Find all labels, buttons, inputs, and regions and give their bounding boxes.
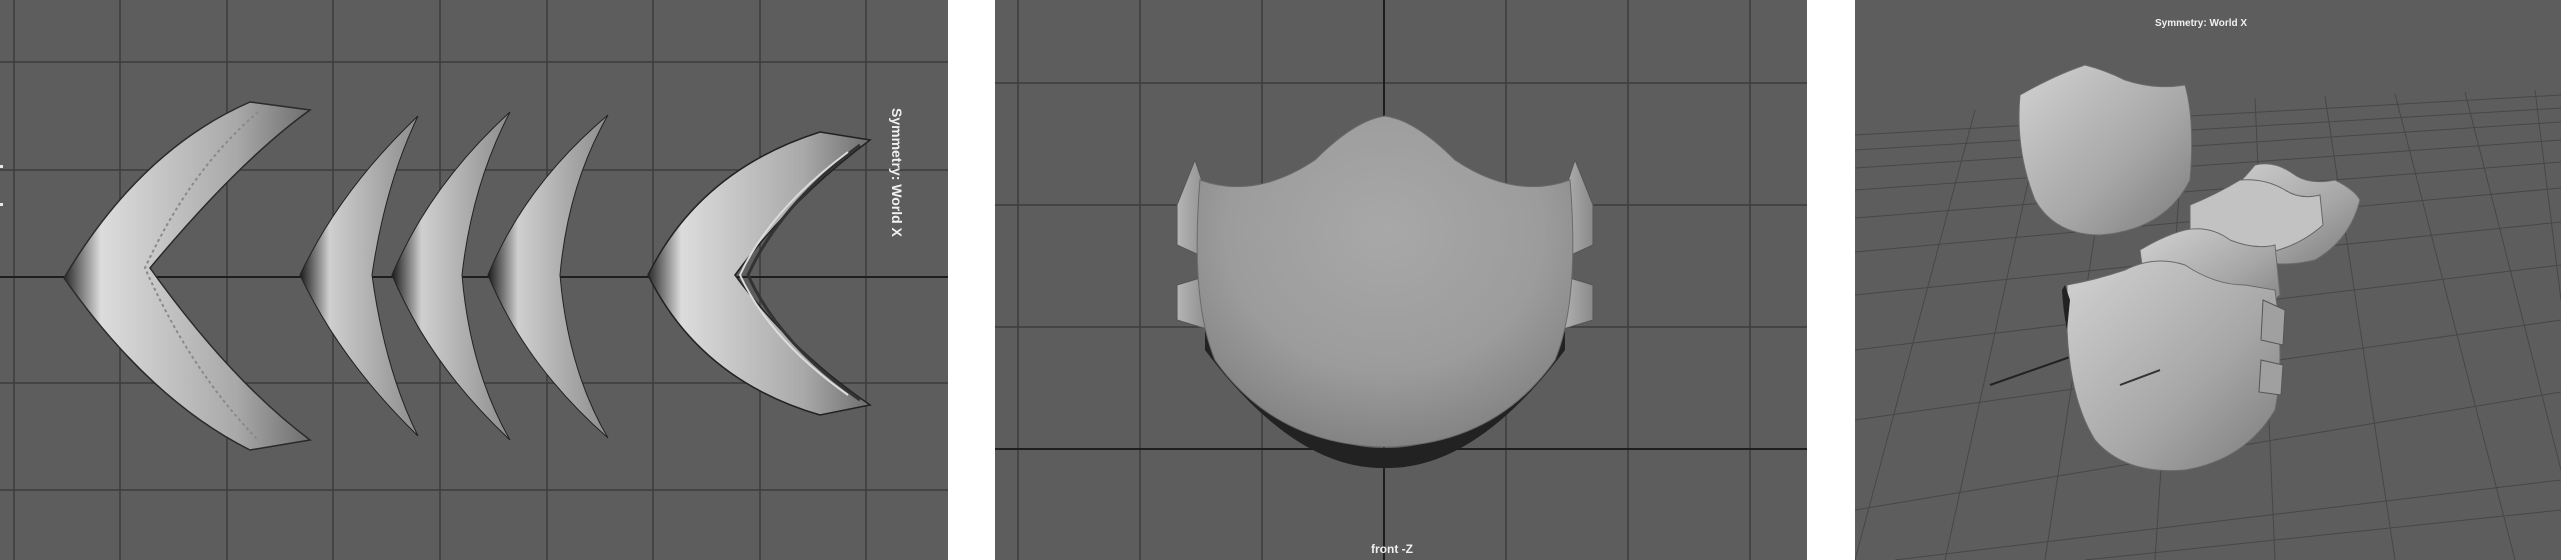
edge-marker <box>0 203 3 206</box>
viewport-perspective-canvas[interactable] <box>1855 0 2561 560</box>
symmetry-label: Symmetry: World X <box>2155 18 2248 29</box>
viewport-perspective[interactable]: Symmetry: World X <box>1855 0 2561 560</box>
viewport-front[interactable]: front -Z <box>995 0 1807 560</box>
mask-piece-shell-2[interactable] <box>647 131 872 416</box>
mask-model-front-shell[interactable] <box>2062 260 2286 472</box>
mask-model-back-shell[interactable] <box>2018 64 2193 236</box>
viewport-front-canvas[interactable] <box>995 0 1807 560</box>
viewport-top[interactable]: Symmetry: World X <box>0 0 948 560</box>
mask-model-front[interactable] <box>1176 115 1594 469</box>
edge-marker <box>0 165 3 168</box>
viewport-top-canvas[interactable] <box>0 0 948 560</box>
symmetry-label: Symmetry: World X <box>889 108 905 237</box>
view-label: front -Z <box>1371 542 1413 556</box>
